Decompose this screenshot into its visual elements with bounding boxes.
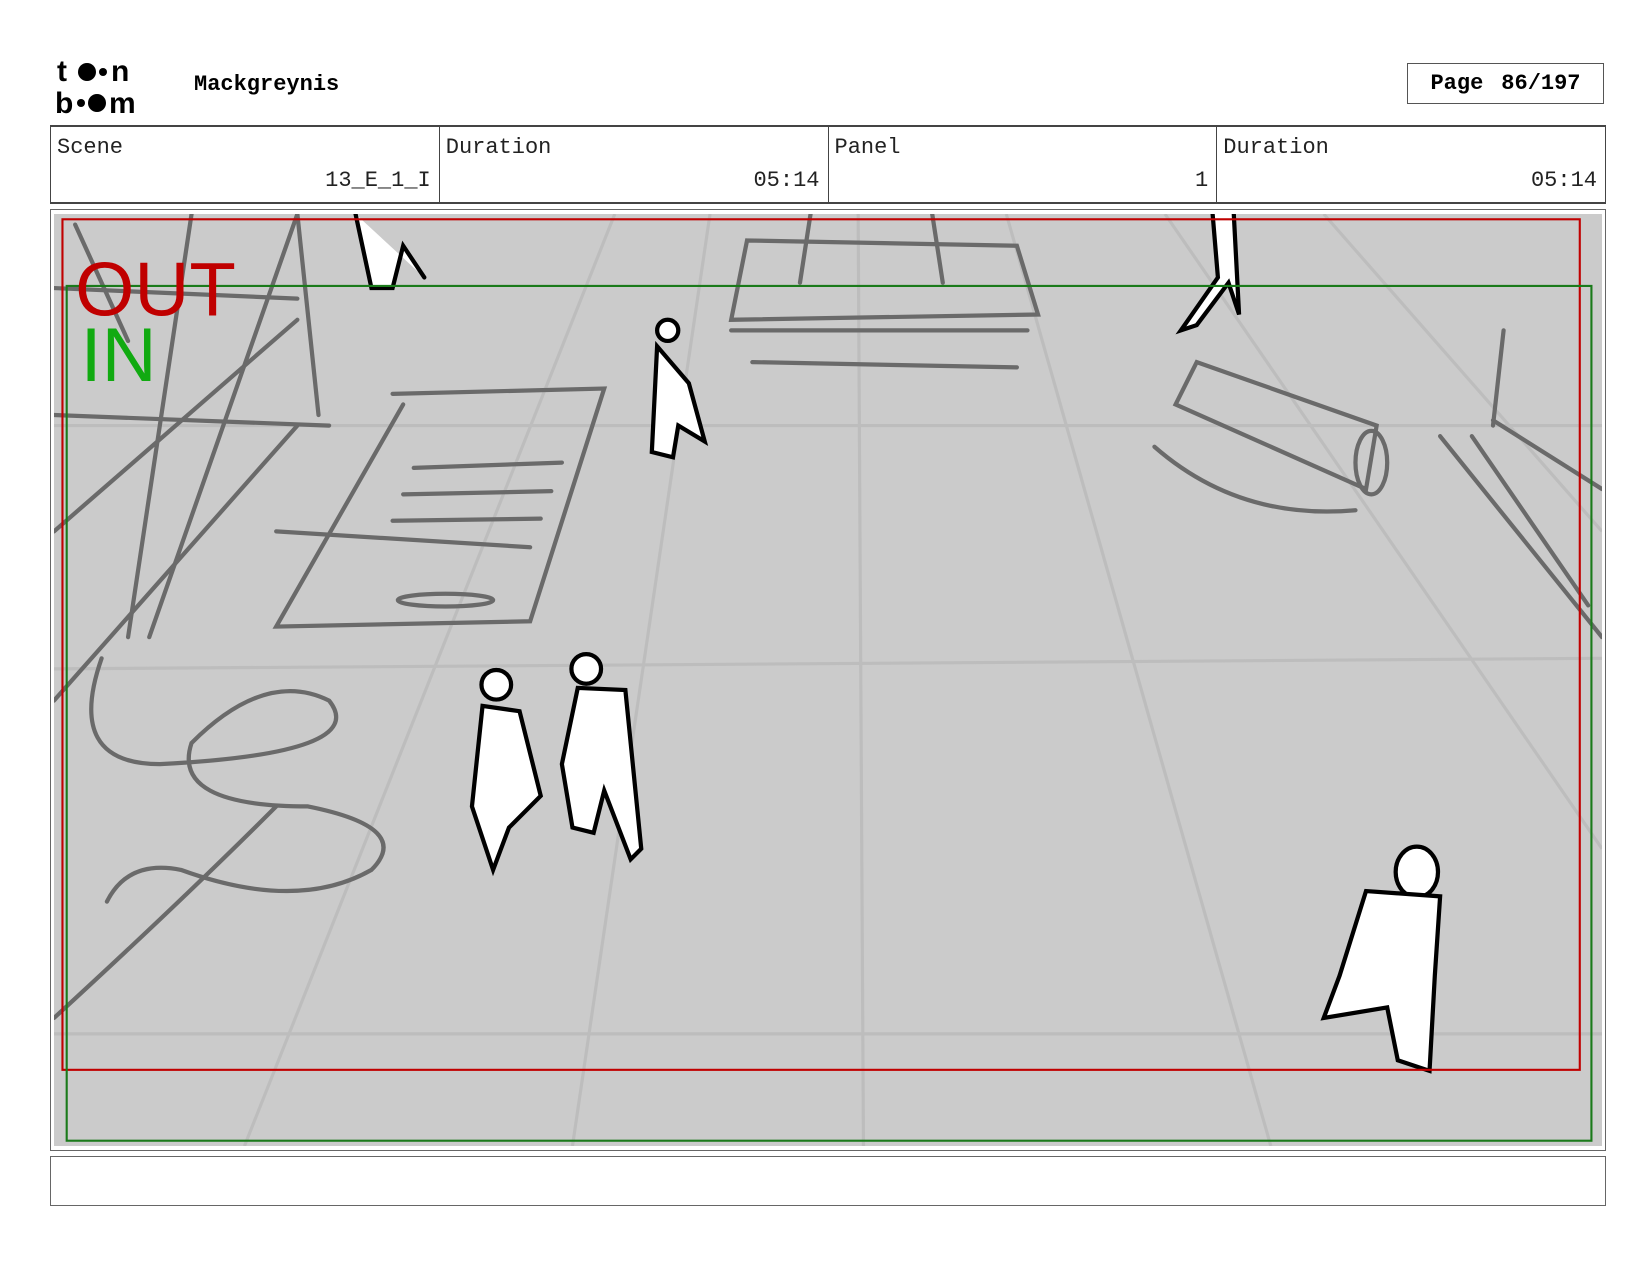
cable-sketch (54, 656, 386, 1021)
svg-text:m: m (109, 87, 136, 115)
svg-text:n: n (111, 55, 129, 88)
pipes-sketch (1152, 328, 1602, 640)
project-title: Mackgreynis (194, 72, 340, 97)
storyboard-drawing: OUT IN (54, 214, 1602, 1146)
duration-label: Duration (445, 135, 552, 160)
panel-label: Panel (834, 135, 901, 160)
figure-bottom-right (1320, 844, 1443, 1074)
svg-text:b: b (55, 87, 73, 115)
figure-pair-left (469, 667, 544, 877)
figure-pair-right (559, 651, 644, 864)
page-value: 86/197 (1501, 71, 1581, 96)
page-indicator: Page 86/197 (1407, 63, 1604, 104)
panel-notes-box (50, 1156, 1606, 1206)
duration-value: 05:14 (1530, 168, 1597, 193)
panel-value: 1 (1195, 168, 1209, 193)
svg-text:t: t (57, 55, 67, 88)
scene-cell: Scene 13_E_1_I (51, 127, 440, 202)
figure-top-right (1175, 214, 1242, 335)
duration-value: 05:14 (753, 168, 820, 193)
panel-info-table: Scene 13_E_1_I Duration 05:14 Panel 1 Durat… (50, 125, 1606, 204)
scene-value: 13_E_1_I (325, 168, 431, 193)
scene-duration-cell: Duration 05:14 (440, 127, 829, 202)
figure-center (649, 317, 709, 460)
toon-boom-logo: t n b m (55, 55, 136, 115)
panel-duration-cell: Duration 05:14 (1217, 127, 1605, 202)
platform-sketch (728, 214, 1041, 370)
figure-walking-top (353, 214, 427, 291)
scene-label: Scene (57, 135, 124, 160)
in-label: IN (80, 313, 156, 398)
page-label: Page (1430, 71, 1484, 96)
character-figures (353, 214, 1443, 1074)
panel-cell: Panel 1 (829, 127, 1218, 202)
duration-label: Duration (1223, 135, 1329, 160)
